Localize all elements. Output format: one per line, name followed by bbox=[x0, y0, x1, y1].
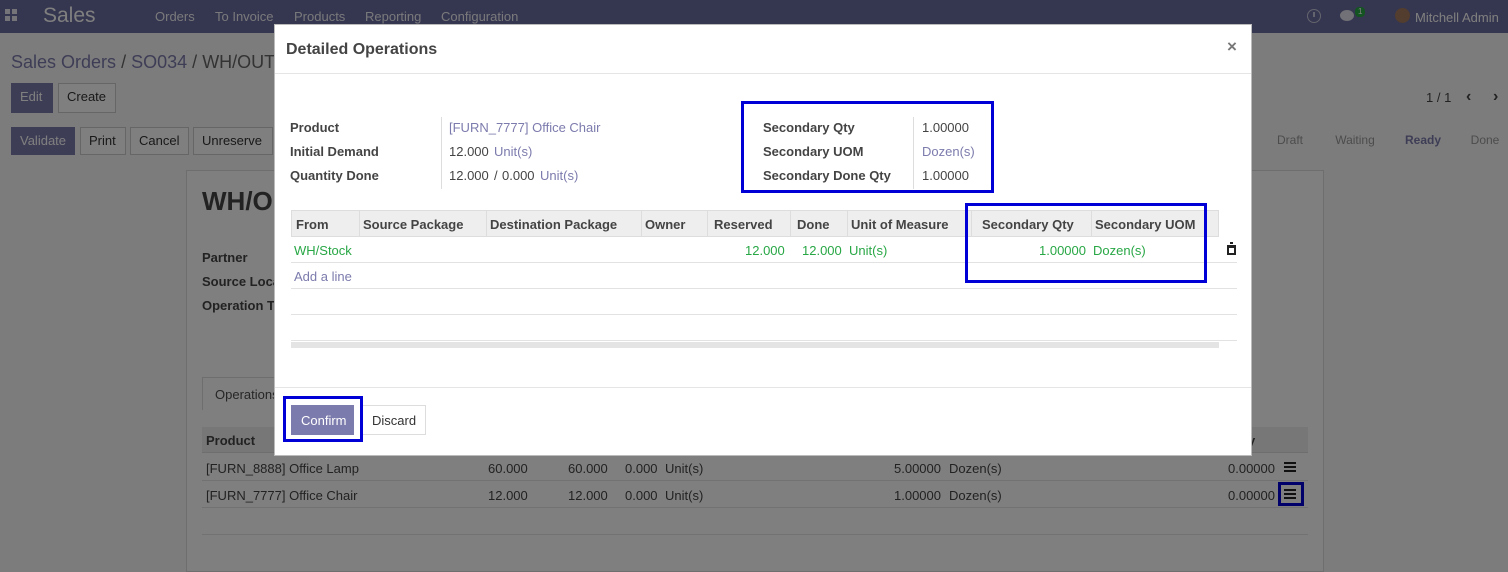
detailed-operations-dialog: Detailed Operations × Product Initial De… bbox=[274, 24, 1252, 456]
quantity-done-value: 12.000 bbox=[449, 168, 489, 183]
dialog-header-divider bbox=[275, 73, 1251, 74]
col-reserved[interactable]: Reserved bbox=[714, 217, 773, 232]
horizontal-scrollbar[interactable] bbox=[291, 342, 1219, 348]
field-divider bbox=[441, 117, 442, 189]
row-reserved: 12.000 bbox=[745, 243, 785, 258]
product-value[interactable]: [FURN_7777] Office Chair bbox=[449, 120, 601, 135]
col-from[interactable]: From bbox=[296, 217, 329, 232]
row-from: WH/Stock bbox=[294, 243, 352, 258]
row-done: 12.000 bbox=[802, 243, 842, 258]
col-owner[interactable]: Owner bbox=[645, 217, 685, 232]
highlight-secondary-fields bbox=[741, 101, 994, 193]
close-icon[interactable]: × bbox=[1227, 37, 1237, 57]
empty-row bbox=[291, 289, 1237, 315]
col-unit-of-measure[interactable]: Unit of Measure bbox=[851, 217, 949, 232]
highlight-confirm-button bbox=[283, 396, 363, 442]
dialog-footer-divider bbox=[275, 387, 1251, 388]
delete-line-icon[interactable] bbox=[1227, 242, 1236, 255]
empty-row bbox=[291, 315, 1237, 341]
quantity-done-separator: / bbox=[494, 168, 498, 183]
initial-demand-label: Initial Demand bbox=[290, 144, 379, 159]
quantity-done-total: 0.000 bbox=[502, 168, 535, 183]
col-source-package[interactable]: Source Package bbox=[363, 217, 463, 232]
col-done[interactable]: Done bbox=[797, 217, 830, 232]
add-line-link[interactable]: Add a line bbox=[294, 269, 352, 284]
dialog-title: Detailed Operations bbox=[286, 41, 438, 58]
highlight-secondary-columns bbox=[965, 203, 1207, 283]
row-uom: Unit(s) bbox=[849, 243, 888, 258]
col-destination-package[interactable]: Destination Package bbox=[490, 217, 617, 232]
initial-demand-value: 12.000 bbox=[449, 144, 489, 159]
discard-button[interactable]: Discard bbox=[362, 405, 426, 435]
product-label: Product bbox=[290, 120, 340, 135]
initial-demand-uom[interactable]: Unit(s) bbox=[494, 144, 532, 159]
quantity-done-uom[interactable]: Unit(s) bbox=[540, 168, 578, 183]
quantity-done-label: Quantity Done bbox=[290, 168, 379, 183]
